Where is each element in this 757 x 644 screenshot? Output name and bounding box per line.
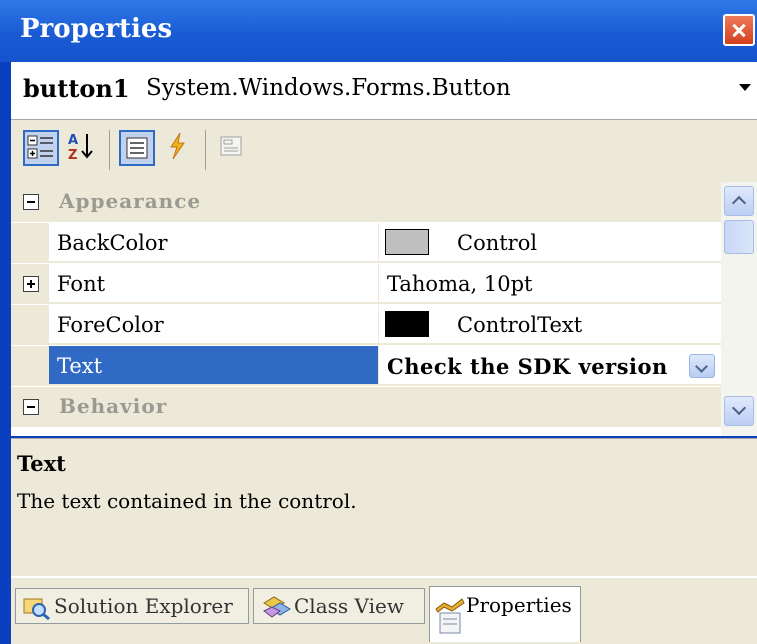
expand-icon[interactable] — [23, 276, 39, 292]
category-row-appearance[interactable]: Appearance — [11, 182, 721, 222]
color-swatch — [385, 311, 429, 337]
properties-window: Properties button1 System.Windows.Forms.… — [0, 0, 757, 644]
tab-class-view[interactable]: Class View — [253, 588, 425, 624]
categorized-icon — [27, 135, 53, 159]
events-lightning-icon — [170, 132, 185, 160]
alphabetical-sort-icon: A Z — [68, 133, 93, 163]
category-row-behavior[interactable]: Behavior — [11, 387, 721, 427]
toolbar-separator — [205, 130, 206, 170]
collapse-icon[interactable] — [23, 399, 39, 415]
toolbar-separator — [109, 130, 110, 170]
svg-text:A: A — [68, 133, 78, 148]
tab-properties[interactable]: Properties — [429, 586, 581, 642]
alphabetical-button[interactable]: A Z — [65, 130, 101, 166]
tool-window-tabs: Solution Explorer Class View Properties — [11, 576, 757, 644]
property-value: Control — [457, 231, 538, 255]
close-button[interactable] — [723, 14, 755, 46]
property-name: Text — [57, 354, 103, 378]
title-bar: Properties — [0, 0, 757, 62]
object-selector-dropdown[interactable]: button1 System.Windows.Forms.Button — [11, 62, 757, 120]
category-label: Appearance — [59, 189, 202, 213]
scroll-up-button[interactable] — [724, 186, 754, 216]
property-row-font[interactable]: Font Tahoma, 10pt — [11, 264, 721, 304]
categorized-button[interactable] — [23, 130, 59, 166]
property-name-cell[interactable]: Font — [49, 264, 378, 303]
property-grid: Appearance BackColor Control Font Tahoma… — [11, 182, 757, 436]
property-value: Tahoma, 10pt — [387, 272, 533, 296]
property-name: BackColor — [57, 231, 168, 255]
scroll-down-button[interactable] — [724, 396, 754, 426]
property-pages-button[interactable] — [215, 130, 251, 166]
chevron-down-icon[interactable] — [739, 84, 751, 91]
vertical-scrollbar[interactable] — [721, 182, 757, 436]
property-value-cell[interactable]: ControlText — [379, 305, 721, 344]
property-pages-icon — [220, 136, 242, 156]
value-dropdown-button[interactable] — [689, 354, 715, 378]
properties-toolbar: A Z — [11, 120, 757, 182]
property-name: Font — [57, 272, 106, 296]
description-text: The text contained in the control. — [17, 489, 357, 513]
property-name: ForeColor — [57, 313, 164, 337]
property-name-cell[interactable]: ForeColor — [49, 305, 378, 344]
tab-label: Class View — [294, 594, 404, 618]
property-value-editor[interactable]: Check the SDK version — [387, 354, 668, 379]
property-row-forecolor[interactable]: ForeColor ControlText — [11, 305, 721, 345]
property-row-backcolor[interactable]: BackColor Control — [11, 223, 721, 263]
selected-object-type: System.Windows.Forms.Button — [146, 75, 511, 101]
tab-label: Solution Explorer — [54, 594, 233, 618]
class-view-icon — [263, 596, 291, 618]
collapse-icon[interactable] — [23, 194, 39, 210]
tab-solution-explorer[interactable]: Solution Explorer — [15, 588, 249, 624]
scroll-thumb[interactable] — [724, 220, 754, 254]
selected-object-name: button1 — [23, 74, 130, 103]
property-value-cell[interactable]: Tahoma, 10pt — [379, 264, 721, 303]
properties-icon — [435, 598, 465, 634]
properties-view-button[interactable] — [119, 130, 155, 166]
description-panel: Text The text contained in the control. — [11, 438, 757, 576]
color-swatch — [385, 229, 429, 255]
svg-text:Z: Z — [68, 148, 77, 162]
property-value: ControlText — [457, 313, 583, 337]
solution-explorer-icon — [23, 598, 50, 621]
description-title: Text — [17, 451, 66, 476]
property-value-cell[interactable]: Control — [379, 223, 721, 262]
events-button[interactable] — [161, 130, 197, 166]
property-row-text[interactable]: Text Check the SDK version — [11, 346, 721, 386]
property-value-cell[interactable]: Check the SDK version — [379, 346, 721, 385]
property-name-cell[interactable]: Text — [49, 346, 378, 385]
window-title: Properties — [20, 14, 173, 44]
tab-label: Properties — [466, 593, 572, 617]
property-name-cell[interactable]: BackColor — [49, 223, 378, 262]
properties-view-icon — [126, 137, 148, 159]
category-label: Behavior — [59, 394, 168, 418]
